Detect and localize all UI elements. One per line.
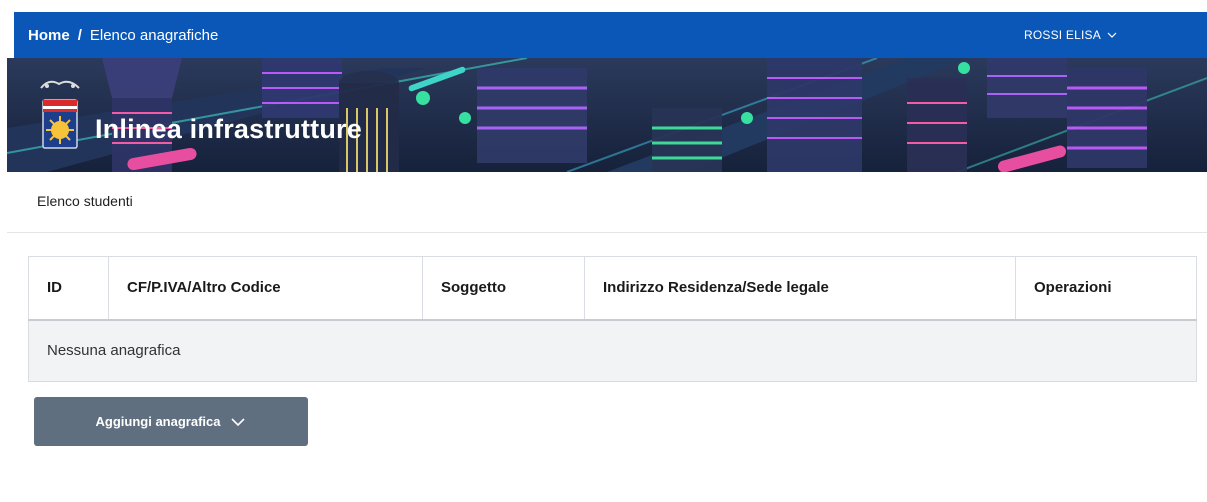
user-menu[interactable]: ROSSI ELISA <box>1024 12 1117 58</box>
column-header-subject: Soggetto <box>422 256 585 321</box>
column-header-code: CF/P.IVA/Altro Codice <box>108 256 423 321</box>
table-row: Nessuna anagrafica <box>28 319 1197 382</box>
column-header-operations: Operazioni <box>1015 256 1197 321</box>
empty-table-message: Nessuna anagrafica <box>28 319 1197 382</box>
chevron-down-icon <box>231 417 246 426</box>
breadcrumb-separator: / <box>77 26 82 44</box>
section-divider <box>7 232 1207 233</box>
column-header-address: Indirizzo Residenza/Sede legale <box>584 256 1016 321</box>
add-registry-button-label: Aggiungi anagrafica <box>95 414 221 429</box>
coat-of-arms-icon <box>40 80 80 149</box>
registry-table-wrap: ID CF/P.IVA/Altro Codice Soggetto Indiri… <box>28 256 1197 382</box>
hero-title: Inlinea infrastrutture <box>95 113 362 144</box>
registry-table: ID CF/P.IVA/Altro Codice Soggetto Indiri… <box>28 256 1197 382</box>
table-header-row: ID CF/P.IVA/Altro Codice Soggetto Indiri… <box>28 256 1197 321</box>
add-registry-button[interactable]: Aggiungi anagrafica <box>34 397 308 446</box>
breadcrumb-current: Elenco anagrafiche <box>89 26 219 44</box>
top-bar: Home / Elenco anagrafiche ROSSI ELISA <box>14 12 1207 58</box>
chevron-down-icon <box>1107 32 1117 38</box>
breadcrumb-home-link[interactable]: Home <box>28 27 70 44</box>
hero-brand: Inlinea infrastrutture <box>39 78 362 150</box>
hero-banner: Inlinea infrastrutture <box>7 58 1207 172</box>
breadcrumb: Home / Elenco anagrafiche <box>28 27 218 44</box>
column-header-id: ID <box>28 256 109 321</box>
user-name: ROSSI ELISA <box>1024 28 1101 42</box>
section-title: Elenco studenti <box>37 193 133 209</box>
